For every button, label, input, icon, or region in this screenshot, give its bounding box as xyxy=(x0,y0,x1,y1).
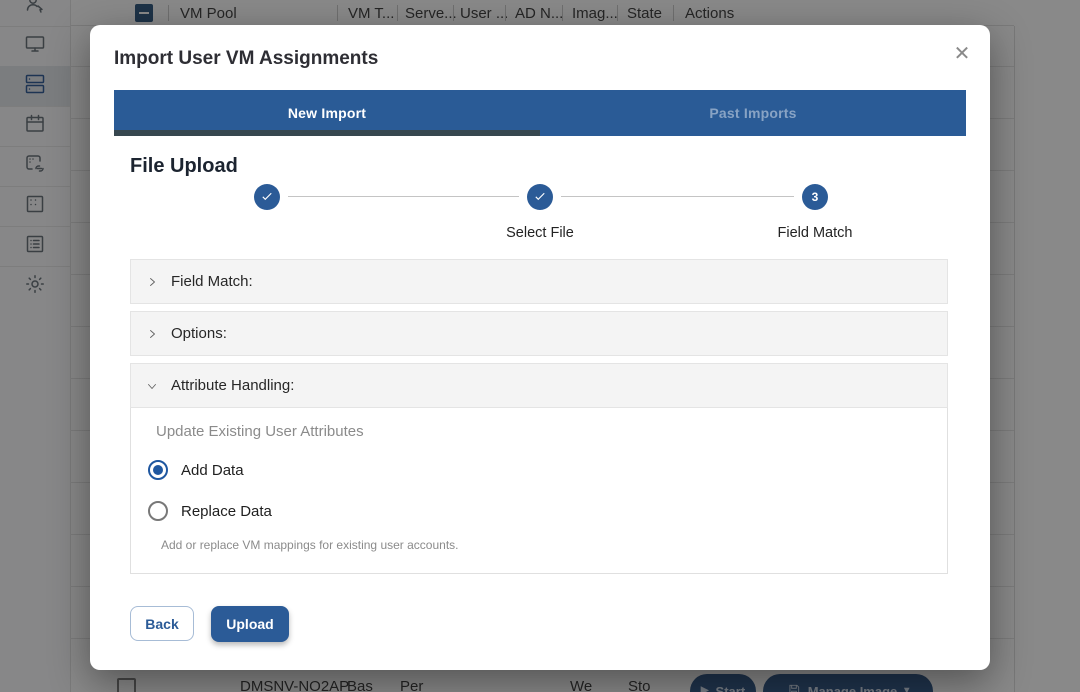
radio-add-data-label[interactable]: Add Data xyxy=(181,462,244,479)
chevron-right-icon xyxy=(146,276,158,288)
active-tab-indicator xyxy=(114,130,540,136)
step-1-completed xyxy=(254,184,280,210)
radio-group-label: Update Existing User Attributes xyxy=(156,423,364,440)
accordion-label: Field Match: xyxy=(171,273,253,290)
import-dialog: Import User VM Assignments ✕ New Import … xyxy=(90,25,990,670)
back-button[interactable]: Back xyxy=(130,606,194,641)
accordion-options[interactable]: Options: xyxy=(130,311,948,356)
step-number: 3 xyxy=(812,190,819,204)
check-icon xyxy=(533,189,547,206)
radio-replace-data-label[interactable]: Replace Data xyxy=(181,503,272,520)
import-tabs: New Import Past Imports xyxy=(114,90,966,136)
dialog-title: Import User VM Assignments xyxy=(114,48,378,70)
section-heading: File Upload xyxy=(130,155,238,178)
step-connector xyxy=(288,196,519,197)
step-2-label: Select File xyxy=(465,225,615,241)
accordion-attribute-handling[interactable]: Attribute Handling: xyxy=(130,363,948,408)
step-3-label: Field Match xyxy=(740,225,890,241)
chevron-down-icon xyxy=(146,380,158,392)
step-3-active: 3 xyxy=(802,184,828,210)
tab-past-imports[interactable]: Past Imports xyxy=(540,90,966,136)
close-icon[interactable]: ✕ xyxy=(948,39,976,67)
radio-add-data[interactable] xyxy=(148,460,168,480)
upload-button[interactable]: Upload xyxy=(211,606,289,642)
radio-replace-data[interactable] xyxy=(148,501,168,521)
chevron-right-icon xyxy=(146,328,158,340)
helper-text: Add or replace VM mappings for existing … xyxy=(161,538,458,552)
check-icon xyxy=(260,189,274,206)
screen: VM Pool VM T... Serve... User ... AD N..… xyxy=(0,0,1080,692)
attribute-handling-panel: Update Existing User Attributes Add Data… xyxy=(130,408,948,574)
accordion-label: Attribute Handling: xyxy=(171,377,294,394)
accordion-field-match[interactable]: Field Match: xyxy=(130,259,948,304)
step-2-completed xyxy=(527,184,553,210)
step-connector xyxy=(561,196,794,197)
accordion-label: Options: xyxy=(171,325,227,342)
